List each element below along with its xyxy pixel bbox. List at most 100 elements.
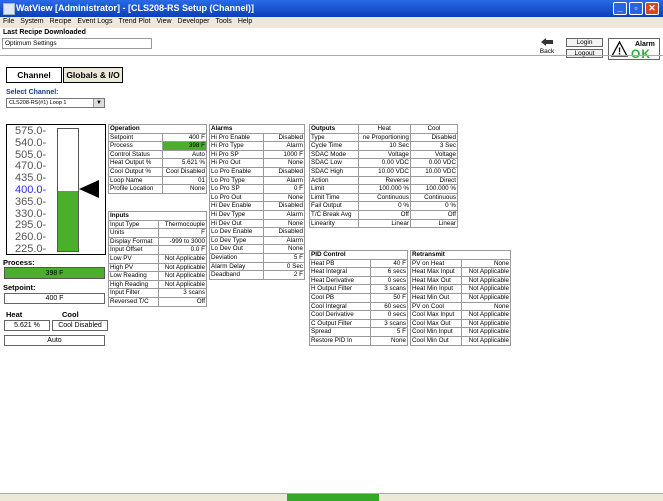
row-value[interactable]: 5 F bbox=[263, 252, 305, 263]
row-value[interactable]: 3 Sec bbox=[409, 141, 459, 151]
row-value[interactable]: 5 F bbox=[370, 327, 408, 337]
row-value[interactable]: Thermocouple bbox=[157, 219, 208, 230]
control-mode-value[interactable]: Auto bbox=[4, 335, 105, 346]
row-value[interactable]: 10 Sec bbox=[357, 141, 411, 151]
row-value[interactable]: Not Applicable bbox=[157, 253, 208, 264]
menu-file[interactable]: File bbox=[0, 17, 17, 25]
row-value[interactable]: 10.00 VDC bbox=[409, 166, 459, 177]
row-value[interactable]: 1000 F bbox=[263, 149, 305, 160]
row-value[interactable]: Not Applicable bbox=[157, 279, 208, 290]
row-value[interactable]: 3 scans bbox=[370, 318, 408, 329]
menu-event-logs[interactable]: Event Logs bbox=[74, 17, 115, 25]
row-value[interactable]: 0 % bbox=[357, 201, 411, 211]
row-value[interactable]: Not Applicable bbox=[461, 292, 511, 303]
row-value[interactable]: Auto bbox=[161, 149, 208, 160]
row-value[interactable]: Not Applicable bbox=[461, 275, 511, 286]
menu-trend-plot[interactable]: Trend Plot bbox=[115, 17, 153, 25]
row-value[interactable]: None bbox=[263, 192, 305, 203]
row-value[interactable]: 0 Sec bbox=[263, 261, 305, 272]
tab-channel[interactable]: Channel bbox=[6, 67, 62, 83]
row-value[interactable]: Alarm bbox=[263, 175, 305, 186]
row-value[interactable]: Linear bbox=[409, 218, 459, 229]
row-value[interactable]: Not Applicable bbox=[461, 327, 511, 337]
row-value[interactable]: 40 F bbox=[370, 258, 408, 269]
row-value[interactable]: 5.621 % bbox=[161, 158, 208, 168]
row-value[interactable]: None bbox=[263, 158, 305, 168]
menu-system[interactable]: System bbox=[17, 17, 46, 25]
menu-tools[interactable]: Tools bbox=[212, 17, 234, 25]
row-value[interactable]: 400 F bbox=[161, 132, 208, 143]
row-value[interactable]: Off bbox=[157, 296, 208, 307]
row-value[interactable]: 0.00 VDC bbox=[409, 158, 459, 168]
row-value[interactable]: Not Applicable bbox=[461, 335, 511, 346]
row-value[interactable]: Not Applicable bbox=[461, 267, 511, 277]
row-value[interactable]: 3 scans bbox=[157, 288, 208, 298]
tab-globals-io[interactable]: Globals & I/O bbox=[63, 67, 123, 83]
row-value[interactable]: 01 bbox=[161, 175, 208, 186]
row-value[interactable]: 10.00 VDC bbox=[357, 166, 411, 177]
row-value[interactable]: 0 % bbox=[409, 201, 459, 211]
chevron-down-icon[interactable]: ▼ bbox=[93, 99, 104, 107]
logout-button[interactable]: Logout bbox=[566, 49, 603, 58]
row-value[interactable]: ne Proportioning bbox=[357, 132, 411, 143]
menu-recipe[interactable]: Recipe bbox=[47, 17, 75, 25]
row-value[interactable]: 100.000 % bbox=[409, 184, 459, 194]
menu-bar: File System Recipe Event Logs Trend Plot View… bbox=[0, 17, 663, 28]
row-value[interactable]: Disabled bbox=[263, 201, 305, 211]
row-value[interactable]: None bbox=[370, 335, 408, 346]
menu-developer[interactable]: Developer bbox=[175, 17, 213, 25]
row-value[interactable]: Voltage bbox=[357, 149, 411, 160]
row-value[interactable]: 0 F bbox=[263, 184, 305, 194]
row-value[interactable]: F bbox=[157, 228, 208, 238]
row-value[interactable]: Cool Disabled bbox=[161, 166, 208, 177]
row-value[interactable]: Off bbox=[357, 209, 411, 220]
row-value[interactable]: Voltage bbox=[409, 149, 459, 160]
row-value[interactable]: 0 secs bbox=[370, 310, 408, 320]
row-value[interactable]: Continuous bbox=[357, 192, 411, 203]
row-value[interactable]: Alarm bbox=[263, 235, 305, 246]
row-value[interactable]: 50 F bbox=[370, 292, 408, 303]
row-value[interactable]: Alarm bbox=[263, 141, 305, 151]
login-button[interactable]: Login bbox=[566, 38, 603, 47]
alarm-status-button[interactable]: ! Alarm OK bbox=[608, 38, 660, 61]
row-value[interactable]: Not Applicable bbox=[461, 318, 511, 329]
row-value[interactable]: 60 secs bbox=[370, 301, 408, 312]
menu-help[interactable]: Help bbox=[235, 17, 255, 25]
row-value[interactable]: -999 to 3000 bbox=[157, 236, 208, 247]
row-value[interactable]: Disabled bbox=[263, 132, 305, 143]
row-value[interactable]: 2 F bbox=[263, 270, 305, 280]
row-value[interactable]: None bbox=[263, 218, 305, 229]
row-value[interactable]: Not Applicable bbox=[461, 310, 511, 320]
row-value[interactable]: 6 secs bbox=[370, 267, 408, 277]
row-value[interactable]: Not Applicable bbox=[157, 262, 208, 273]
menu-view[interactable]: View bbox=[154, 17, 175, 25]
row-value[interactable]: Continuous bbox=[409, 192, 459, 203]
close-button[interactable]: ✕ bbox=[645, 2, 659, 15]
channel-select[interactable]: CLS208-RS(#1) Loop 1 ▼ bbox=[6, 98, 105, 108]
row-value[interactable]: 0.0 F bbox=[157, 245, 208, 255]
maximize-button[interactable]: ▫ bbox=[629, 2, 643, 15]
row-value[interactable]: 3 scans bbox=[370, 284, 408, 294]
row-value[interactable]: Not Applicable bbox=[157, 271, 208, 281]
row-value[interactable]: None bbox=[161, 184, 208, 194]
row-value[interactable]: 100.000 % bbox=[357, 184, 411, 194]
row-value[interactable]: Disabled bbox=[409, 132, 459, 143]
row-value[interactable]: None bbox=[461, 258, 511, 269]
row-value[interactable]: 0 secs bbox=[370, 275, 408, 286]
row-value[interactable]: Direct bbox=[409, 175, 459, 186]
row-value[interactable]: 0.00 VDC bbox=[357, 158, 411, 168]
row-value[interactable]: Disabled bbox=[263, 166, 305, 177]
row-value[interactable]: Disabled bbox=[263, 227, 305, 237]
row-value[interactable]: 398 F bbox=[161, 141, 208, 151]
process-value: 398 F bbox=[4, 267, 105, 279]
row-value[interactable]: Not Applicable bbox=[461, 284, 511, 294]
minimize-button[interactable]: _ bbox=[613, 2, 627, 15]
row-value[interactable]: Reverse bbox=[357, 175, 411, 186]
row-value[interactable]: Alarm bbox=[263, 209, 305, 220]
row-value[interactable]: None bbox=[461, 301, 511, 312]
row-value[interactable]: Off bbox=[409, 209, 459, 220]
row-value[interactable]: None bbox=[263, 244, 305, 254]
row-value[interactable]: Linear bbox=[357, 218, 411, 229]
table-row: Hi Pro Out None bbox=[208, 158, 305, 168]
setpoint-value[interactable]: 400 F bbox=[4, 293, 105, 304]
